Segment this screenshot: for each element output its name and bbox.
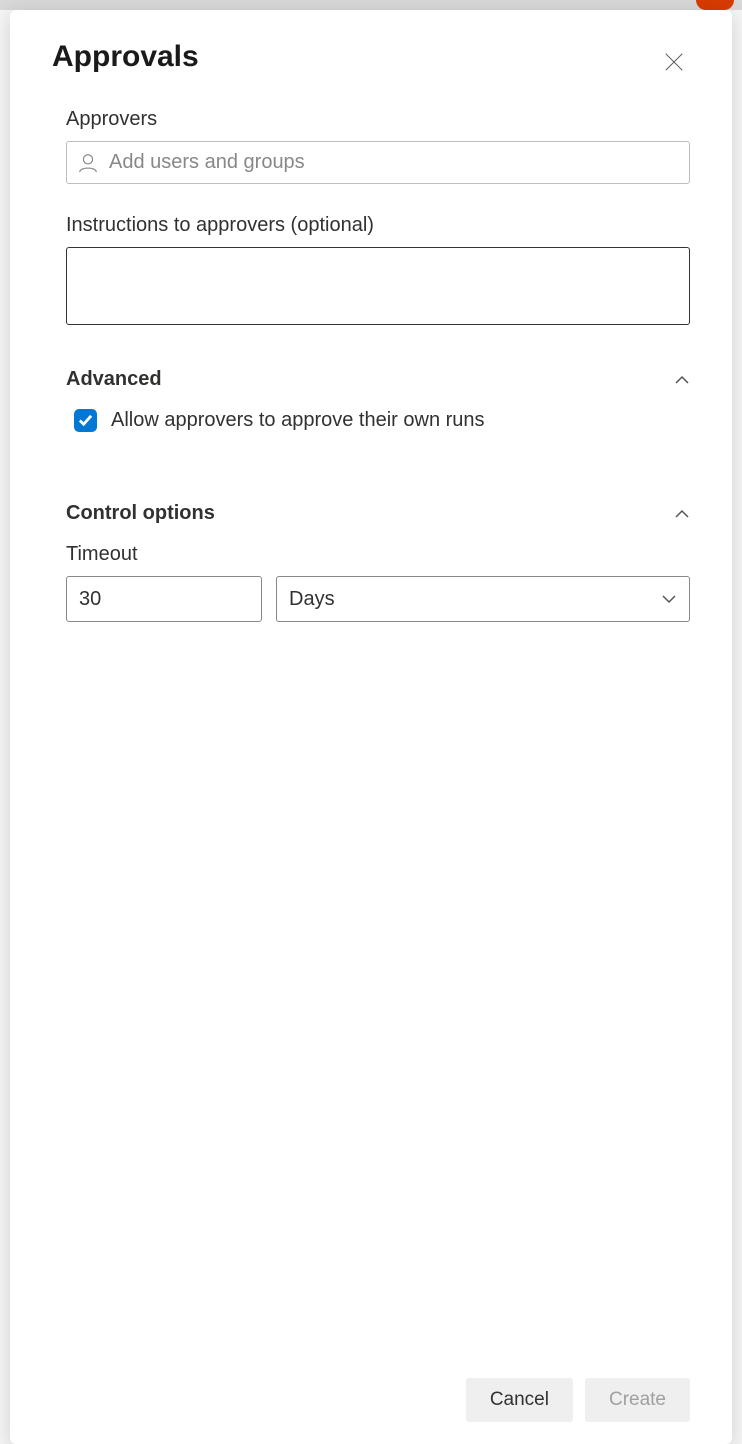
timeout-row: Days xyxy=(66,576,690,622)
close-icon xyxy=(663,51,685,73)
allow-self-approve-checkbox[interactable] xyxy=(74,409,97,432)
panel-header: Approvals xyxy=(52,40,690,78)
control-options-section-header[interactable]: Control options xyxy=(66,502,690,525)
panel-footer: Cancel Create xyxy=(52,1362,690,1422)
close-button[interactable] xyxy=(658,46,690,78)
control-options-title: Control options xyxy=(66,502,215,525)
chevron-up-icon xyxy=(674,372,690,388)
approvals-panel: Approvals Approvers Instructions to appr… xyxy=(10,10,732,1444)
approvers-field: Approvers xyxy=(66,108,690,184)
checkmark-icon xyxy=(78,413,93,428)
avatar-hint xyxy=(696,0,734,10)
timeout-label: Timeout xyxy=(66,543,690,566)
top-bar-bg xyxy=(0,0,742,10)
create-button[interactable]: Create xyxy=(585,1378,690,1422)
person-icon xyxy=(77,152,99,174)
approvers-input[interactable] xyxy=(109,151,679,174)
timeout-unit-value: Days xyxy=(289,588,335,611)
instructions-field: Instructions to approvers (optional) xyxy=(66,214,690,330)
allow-self-approve-row: Allow approvers to approve their own run… xyxy=(74,409,690,432)
timeout-unit-select[interactable]: Days xyxy=(276,576,690,622)
instructions-textarea[interactable] xyxy=(66,247,690,325)
approvers-input-wrapper[interactable] xyxy=(66,141,690,184)
timeout-value-input[interactable] xyxy=(66,576,262,622)
panel-body: Approvers Instructions to approvers (opt… xyxy=(52,108,690,1362)
chevron-up-icon xyxy=(674,506,690,522)
timeout-field: Timeout Days xyxy=(66,543,690,622)
allow-self-approve-label: Allow approvers to approve their own run… xyxy=(111,409,485,432)
panel-title: Approvals xyxy=(52,40,199,74)
instructions-label: Instructions to approvers (optional) xyxy=(66,214,690,237)
chevron-down-icon xyxy=(661,591,677,607)
cancel-button[interactable]: Cancel xyxy=(466,1378,573,1422)
advanced-title: Advanced xyxy=(66,368,162,391)
approvers-label: Approvers xyxy=(66,108,690,131)
advanced-section-header[interactable]: Advanced xyxy=(66,368,690,391)
